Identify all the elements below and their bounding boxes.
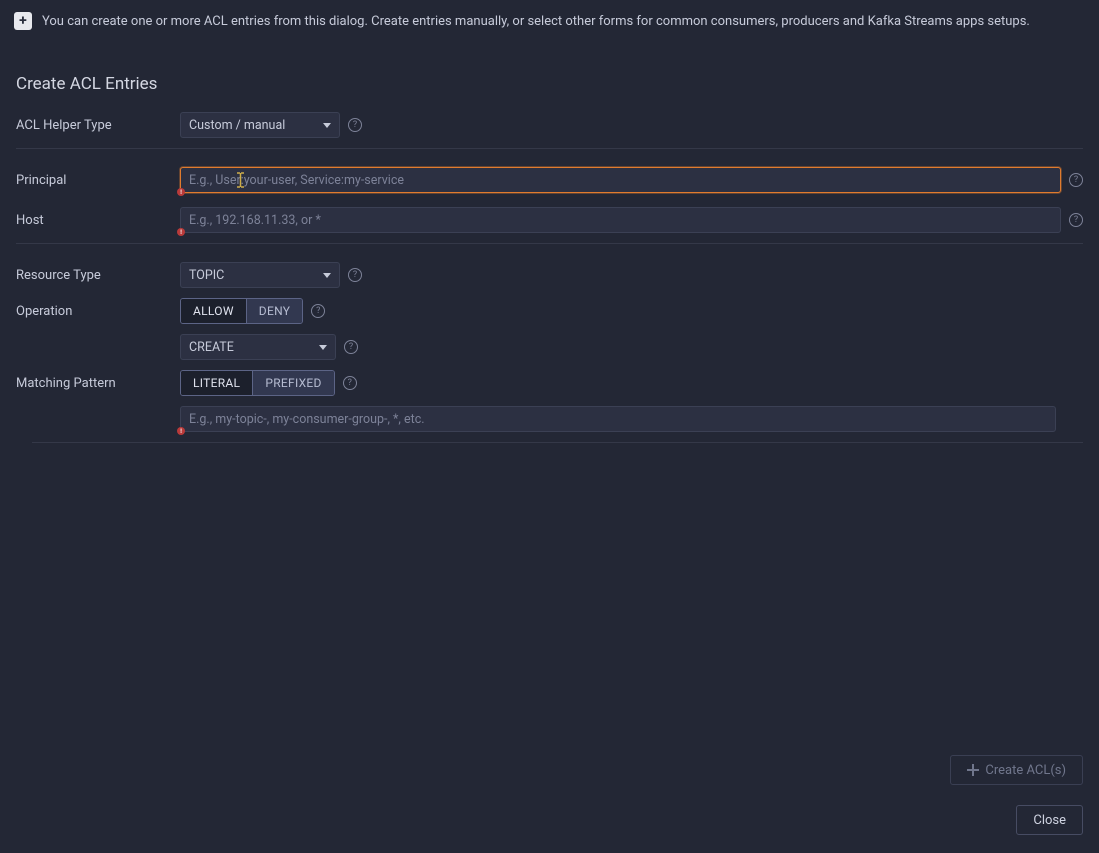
matching-pattern-input[interactable] bbox=[180, 406, 1056, 432]
form-section: Create ACL Entries ACL Helper Type Custo… bbox=[0, 40, 1099, 443]
error-icon: ! bbox=[177, 427, 185, 435]
row-host: Host ! ? bbox=[16, 207, 1083, 233]
error-icon: ! bbox=[177, 188, 185, 196]
page-title: Create ACL Entries bbox=[16, 74, 1083, 94]
host-input[interactable] bbox=[180, 207, 1061, 233]
help-icon[interactable]: ? bbox=[1069, 173, 1083, 187]
close-label: Close bbox=[1033, 813, 1066, 828]
help-icon[interactable]: ? bbox=[311, 304, 325, 318]
toggle-literal[interactable]: LITERAL bbox=[181, 371, 252, 395]
row-principal: Principal ! ? bbox=[16, 148, 1083, 193]
label-host: Host bbox=[16, 213, 180, 228]
info-text: You can create one or more ACL entries f… bbox=[42, 14, 1030, 29]
chevron-down-icon bbox=[323, 273, 331, 278]
help-icon[interactable]: ? bbox=[348, 268, 362, 282]
row-helper-type: ACL Helper Type Custom / manual ? bbox=[16, 112, 1083, 138]
select-operation[interactable]: CREATE bbox=[180, 334, 336, 360]
toggle-deny[interactable]: DENY bbox=[246, 299, 303, 323]
dialog-footer: Create ACL(s) Close bbox=[0, 755, 1099, 853]
toggle-operation: ALLOW DENY bbox=[180, 298, 303, 324]
select-resource-type[interactable]: TOPIC bbox=[180, 262, 340, 288]
principal-input[interactable] bbox=[180, 167, 1061, 193]
create-acls-label: Create ACL(s) bbox=[985, 763, 1066, 778]
select-resource-type-value: TOPIC bbox=[189, 268, 224, 283]
close-button[interactable]: Close bbox=[1016, 805, 1083, 835]
toggle-prefixed[interactable]: PREFIXED bbox=[252, 371, 333, 395]
select-helper-type-value: Custom / manual bbox=[189, 118, 285, 133]
select-helper-type[interactable]: Custom / manual bbox=[180, 112, 340, 138]
row-matching: Matching Pattern LITERAL PREFIXED ? bbox=[16, 370, 1083, 396]
row-resource-type: Resource Type TOPIC ? bbox=[16, 243, 1083, 288]
plus-icon bbox=[967, 764, 979, 776]
row-matching-input: ! bbox=[180, 406, 1083, 432]
chevron-down-icon bbox=[319, 345, 327, 350]
toggle-matching: LITERAL PREFIXED bbox=[180, 370, 335, 396]
label-principal: Principal bbox=[16, 173, 180, 188]
plus-icon: + bbox=[14, 12, 32, 30]
error-icon: ! bbox=[177, 228, 185, 236]
info-bar: + You can create one or more ACL entries… bbox=[0, 0, 1099, 40]
label-matching: Matching Pattern bbox=[16, 376, 180, 391]
label-helper-type: ACL Helper Type bbox=[16, 118, 180, 133]
help-icon[interactable]: ? bbox=[343, 376, 357, 390]
row-operation: Operation ALLOW DENY ? bbox=[16, 298, 1083, 324]
select-operation-value: CREATE bbox=[189, 340, 234, 355]
label-resource-type: Resource Type bbox=[16, 268, 180, 283]
create-acls-button[interactable]: Create ACL(s) bbox=[950, 755, 1083, 785]
divider bbox=[32, 442, 1083, 443]
row-operation-value: CREATE ? bbox=[180, 334, 1083, 360]
help-icon[interactable]: ? bbox=[1069, 213, 1083, 227]
help-icon[interactable]: ? bbox=[348, 118, 362, 132]
help-icon[interactable]: ? bbox=[344, 340, 358, 354]
chevron-down-icon bbox=[323, 123, 331, 128]
toggle-allow[interactable]: ALLOW bbox=[181, 299, 246, 323]
label-operation: Operation bbox=[16, 304, 180, 319]
